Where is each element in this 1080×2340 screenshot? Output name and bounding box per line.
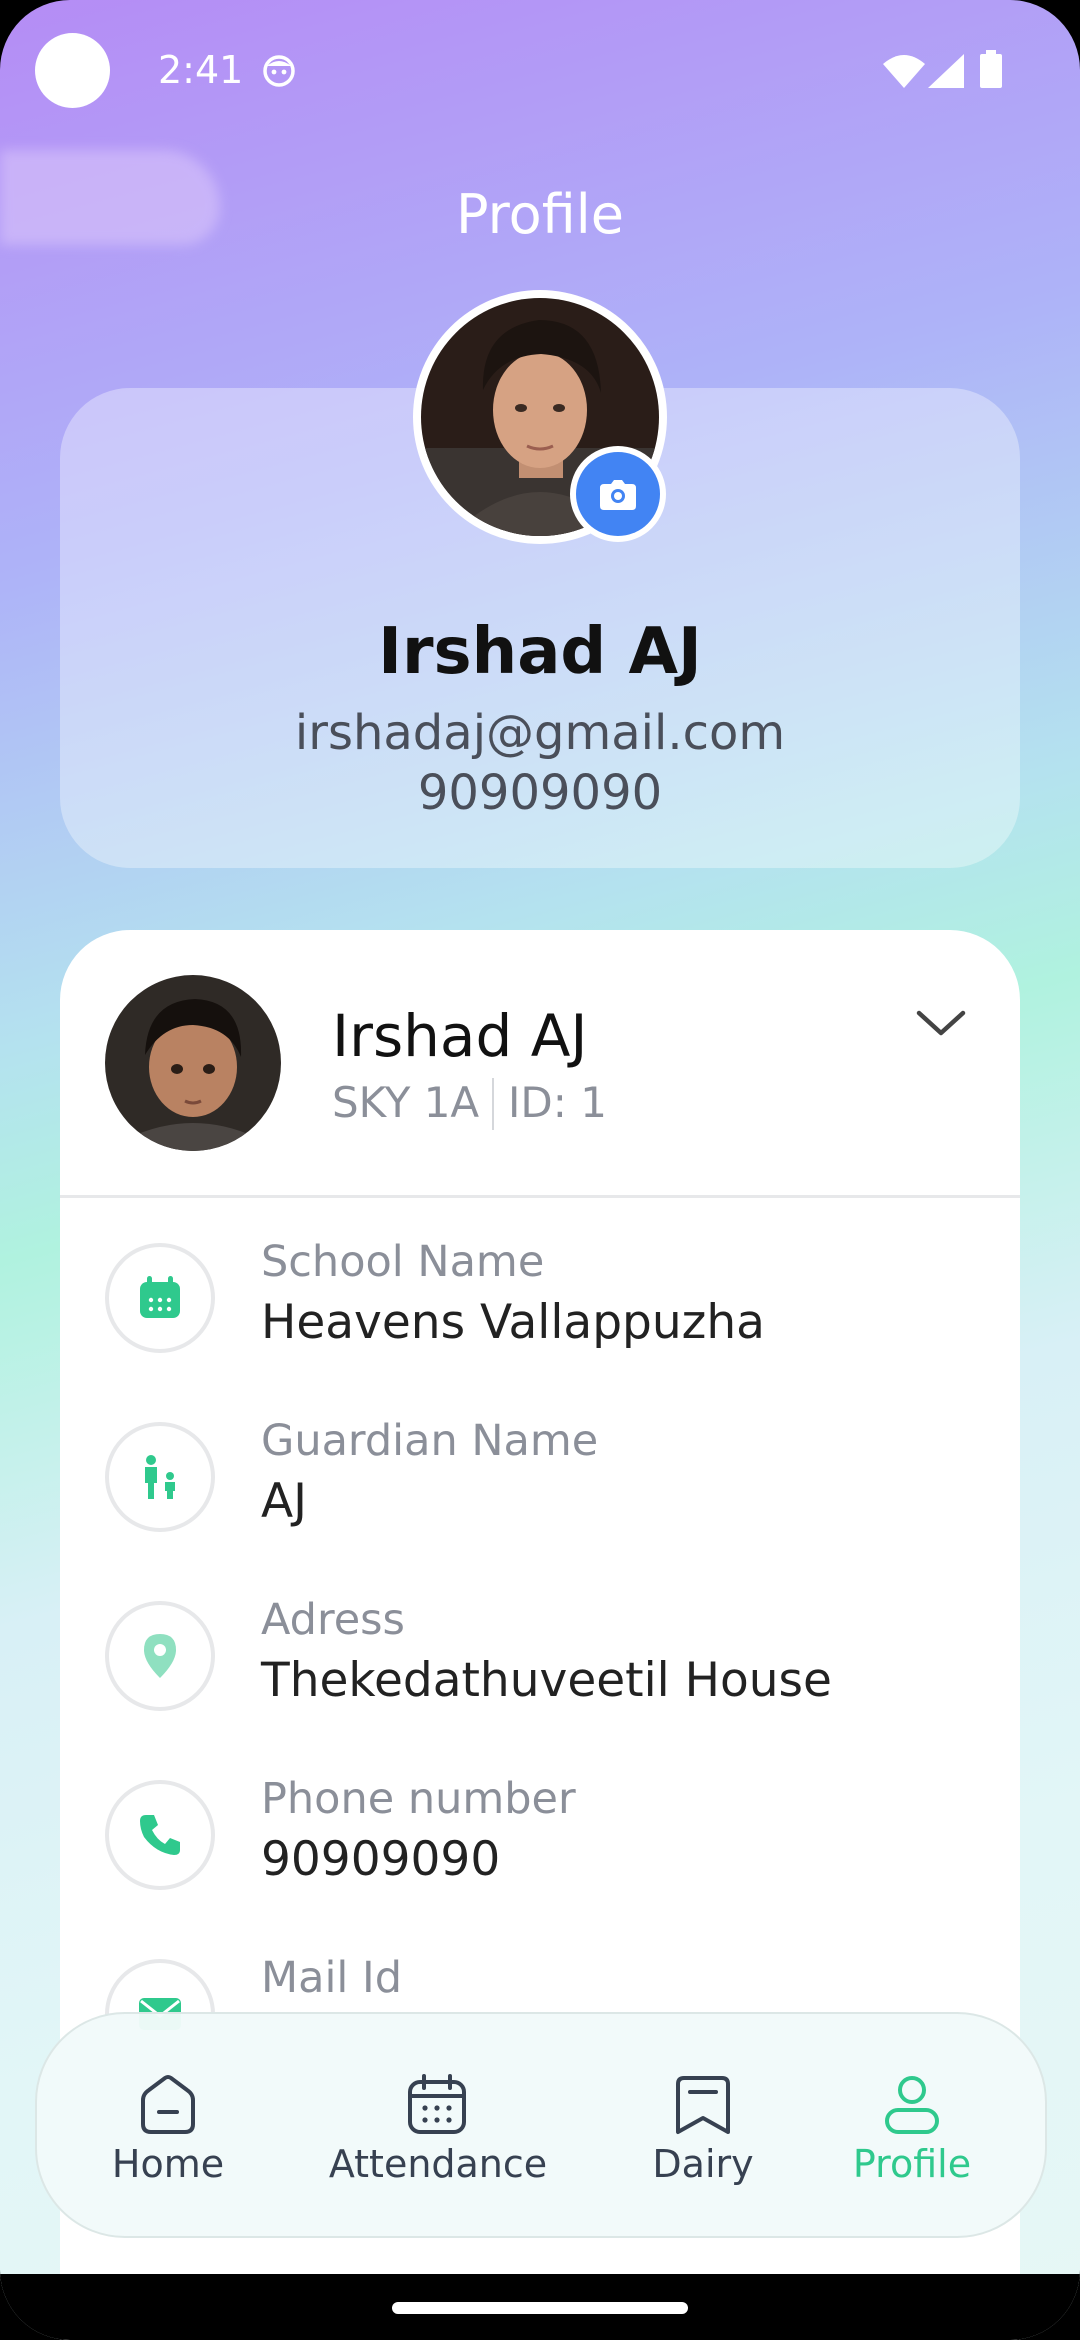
info-value: Heavens Vallappuzha [261, 1295, 765, 1350]
page-title: Profile [456, 183, 624, 246]
info-label: Adress [261, 1595, 405, 1645]
user-phone: 90909090 [417, 765, 663, 821]
student-name: Irshad AJ [332, 1002, 588, 1070]
home-indicator[interactable] [392, 2302, 688, 2314]
bottom-nav: Home Attendance Dairy Profile [35, 2012, 1047, 2238]
change-photo-button[interactable] [570, 446, 666, 542]
nav-label: Dairy [652, 2142, 754, 2186]
home-icon [141, 2075, 195, 2134]
student-id: ID: 1 [508, 1078, 607, 1127]
student-class: SKY 1A [332, 1078, 480, 1127]
dairy-icon [676, 2076, 730, 2134]
camera-icon [600, 480, 636, 510]
student-avatar [105, 975, 281, 1151]
screen: 2:41 Profile Irshad AJ irshadaj@gmail.co… [0, 0, 1080, 2340]
profile-icon [885, 2076, 939, 2134]
info-label: School Name [261, 1237, 545, 1287]
nav-dairy[interactable]: Dairy [628, 2014, 778, 2240]
info-label: Mail Id [261, 1953, 402, 2003]
guardian-icon [145, 1455, 175, 1499]
user-email: irshadaj@gmail.com [294, 705, 786, 761]
chevron-down-icon[interactable] [913, 995, 969, 1051]
nav-home[interactable]: Home [83, 2014, 253, 2240]
info-label: Guardian Name [261, 1416, 599, 1466]
info-row-school: School Name Heavens Vallappuzha [60, 1237, 1020, 1393]
attendance-icon [408, 2074, 466, 2134]
student-photo [105, 975, 281, 1151]
phone-icon [140, 1815, 180, 1855]
nav-label: Profile [852, 2142, 972, 2186]
status-bar: 2:41 [0, 0, 1080, 140]
info-row-address: Adress Thekedathuveetil House [60, 1595, 1020, 1751]
info-value: 90909090 [261, 1832, 501, 1887]
camera-cutout [35, 33, 110, 108]
signal-icon [928, 54, 964, 88]
info-row-phone: Phone number 90909090 [60, 1774, 1020, 1930]
user-name: Irshad AJ [378, 615, 702, 689]
nav-profile[interactable]: Profile [837, 2014, 987, 2240]
status-time: 2:41 [158, 48, 244, 92]
nav-label: Home [111, 2142, 225, 2186]
class-id-separator [492, 1078, 494, 1130]
info-value: AJ [261, 1474, 308, 1529]
info-row-guardian: Guardian Name AJ [60, 1416, 1020, 1572]
calendar-icon [140, 1276, 180, 1318]
divider [60, 1195, 1020, 1198]
battery-icon [980, 50, 1002, 88]
info-value: Thekedathuveetil House [261, 1653, 832, 1708]
nav-attendance[interactable]: Attendance [318, 2014, 558, 2240]
location-pin-icon [144, 1634, 176, 1678]
info-label: Phone number [261, 1774, 576, 1824]
nav-label: Attendance [328, 2142, 548, 2186]
face-notification-icon [263, 55, 295, 87]
wifi-icon [883, 55, 925, 88]
